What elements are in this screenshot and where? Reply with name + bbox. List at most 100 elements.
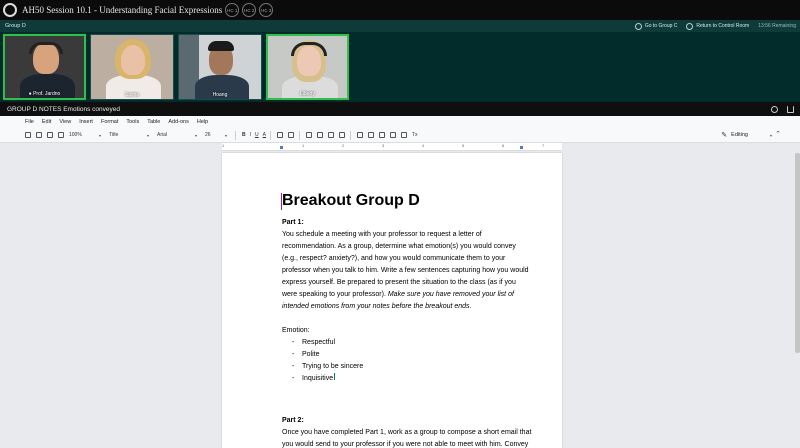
menu-insert[interactable]: Insert xyxy=(79,119,93,125)
return-to-control-room-button[interactable]: Return to Control Room xyxy=(686,22,750,30)
doc-title-text: Breakout Group D xyxy=(282,192,420,209)
docs-editor: File Edit View Insert Format Tools Table… xyxy=(0,116,800,448)
ruler-number: 4 xyxy=(422,143,425,148)
video-tile-liberty[interactable]: Liberty xyxy=(266,34,349,100)
menu-tools[interactable]: Tools xyxy=(126,119,139,125)
participant-name: ● Prof. Jardno xyxy=(28,91,61,97)
menu-view[interactable]: View xyxy=(59,119,71,125)
docs-menubar: File Edit View Insert Format Tools Table… xyxy=(0,116,800,128)
decrease-indent-icon[interactable] xyxy=(389,132,396,138)
indent-marker[interactable] xyxy=(280,146,283,149)
bulleted-list-icon[interactable] xyxy=(378,132,385,138)
toolbar-divider xyxy=(298,130,300,140)
right-margin-marker[interactable] xyxy=(520,146,523,149)
line-spacing-icon[interactable] xyxy=(356,132,363,138)
toolbar-divider xyxy=(349,130,351,140)
document-content[interactable]: Breakout Group D Part 1: You schedule a … xyxy=(281,191,532,448)
clear-formatting-button[interactable]: Tx xyxy=(412,132,418,138)
ruler-number: 2 xyxy=(342,143,345,148)
notes-header: GROUP D NOTES Emotions conveyed xyxy=(0,102,800,116)
part1-paragraph: You schedule a meeting with your profess… xyxy=(282,229,532,313)
pencil-icon: ✎ xyxy=(721,132,728,139)
menu-table[interactable]: Table xyxy=(147,119,160,125)
font-size-value: 26 xyxy=(205,132,211,138)
emotion-text: Trying to be sincere xyxy=(302,363,364,370)
print-icon[interactable] xyxy=(25,132,31,138)
headphones-icon xyxy=(291,42,327,56)
menu-format[interactable]: Format xyxy=(101,119,118,125)
emotion-text: Polite xyxy=(302,351,320,358)
session-topbar: AH50 Session 10.1 - Understanding Facial… xyxy=(0,0,800,20)
text-color-button[interactable]: A xyxy=(263,132,266,138)
participant-name: Hoang xyxy=(212,92,228,98)
menu-edit[interactable]: Edit xyxy=(42,119,51,125)
hc-2-badge[interactable]: HC 2 xyxy=(242,3,257,17)
return-label: Return to Control Room xyxy=(696,23,750,29)
download-icon[interactable] xyxy=(787,105,794,113)
style-select[interactable]: Title ▾ xyxy=(109,132,149,138)
go-to-group-button[interactable]: Go to Group C xyxy=(634,22,678,30)
document-page[interactable]: Breakout Group D Part 1: You schedule a … xyxy=(222,153,562,448)
emotion-label: Emotion: xyxy=(282,327,310,334)
hc-1-badge[interactable]: HC 1 xyxy=(225,3,240,17)
part2-paragraph: Once you have completed Part 1, work as … xyxy=(282,429,532,448)
time-remaining: 13:56 Remaining xyxy=(758,23,796,29)
link-icon[interactable] xyxy=(276,132,283,138)
video-tile-hoang[interactable]: Hoang xyxy=(178,34,262,100)
font-select[interactable]: Arial ▾ xyxy=(157,132,197,138)
redo-icon[interactable] xyxy=(47,132,53,138)
emotion-list: - Respectful - Polite - Trying to be sincer… xyxy=(292,337,532,385)
toolbar-divider xyxy=(235,130,236,140)
document-scrollbar[interactable] xyxy=(795,153,800,353)
align-left-icon[interactable] xyxy=(305,132,312,138)
toolbar-divider xyxy=(269,130,271,140)
video-strip: ● Prof. Jardno Sasha Hoang Liberty xyxy=(0,32,800,102)
video-tile-sasha[interactable]: Sasha xyxy=(90,34,174,100)
collapse-toolbar-icon[interactable]: ⌃ xyxy=(775,130,781,138)
undo-icon[interactable] xyxy=(36,132,42,138)
font-size-select[interactable]: 26 ▾ xyxy=(205,132,227,138)
notes-title: GROUP D NOTES Emotions conveyed xyxy=(7,105,120,113)
participant-name: Liberty xyxy=(299,91,315,97)
doc-title[interactable]: Breakout Group D xyxy=(281,191,532,211)
align-center-icon[interactable] xyxy=(316,132,323,138)
menu-help[interactable]: Help xyxy=(197,119,208,125)
ruler-number: 7 xyxy=(542,143,545,148)
zoom-select[interactable]: 100% ▾ xyxy=(69,132,101,138)
align-right-icon[interactable] xyxy=(327,132,334,138)
collaborator-cursor xyxy=(334,373,336,380)
return-circle-icon xyxy=(686,22,694,30)
list-item: - Trying to be sincere xyxy=(292,361,532,373)
editing-mode-select[interactable]: ✎ Editing ▾ xyxy=(721,131,772,139)
underline-button[interactable]: U xyxy=(255,132,259,138)
collaborator-cursor xyxy=(281,193,282,210)
session-title: AH50 Session 10.1 - Understanding Facial… xyxy=(22,5,223,15)
emotion-text: Inquisitive xyxy=(302,375,334,382)
list-item: - Respectful xyxy=(292,337,532,349)
bold-button[interactable]: B xyxy=(242,132,246,138)
comment-icon[interactable] xyxy=(287,132,294,138)
chevron-down-icon: ▾ xyxy=(98,132,101,138)
increase-indent-icon[interactable] xyxy=(400,132,407,138)
style-value: Title xyxy=(109,132,119,138)
go-to-group-label: Go to Group C xyxy=(644,23,678,29)
italic-button[interactable]: I xyxy=(250,132,251,138)
headphones-icon xyxy=(29,42,63,54)
editing-label: Editing xyxy=(731,132,748,138)
video-tile-prof-jardno[interactable]: ● Prof. Jardno xyxy=(3,34,86,100)
ruler[interactable]: 1 1 2 3 4 5 6 7 xyxy=(222,143,562,151)
paint-format-icon[interactable] xyxy=(58,132,64,138)
menu-file[interactable]: File xyxy=(25,119,34,125)
refresh-icon[interactable] xyxy=(771,105,778,113)
video-person-hair xyxy=(208,41,234,51)
hc-3-badge[interactable]: HC 3 xyxy=(259,3,274,17)
menu-addons[interactable]: Add-ons xyxy=(168,119,189,125)
font-value: Arial xyxy=(157,132,168,138)
numbered-list-icon[interactable] xyxy=(367,132,374,138)
group-label: Group D xyxy=(5,23,26,29)
ruler-number: 3 xyxy=(382,143,385,148)
align-justify-icon[interactable] xyxy=(338,132,345,138)
part1-text: You schedule a meeting with your profess… xyxy=(282,231,529,298)
docs-toolbar: 100% ▾ Title ▾ Arial ▾ 26 ▾ B I U A Tx ✎ xyxy=(0,128,800,143)
part2-heading: Part 2: xyxy=(282,417,304,424)
